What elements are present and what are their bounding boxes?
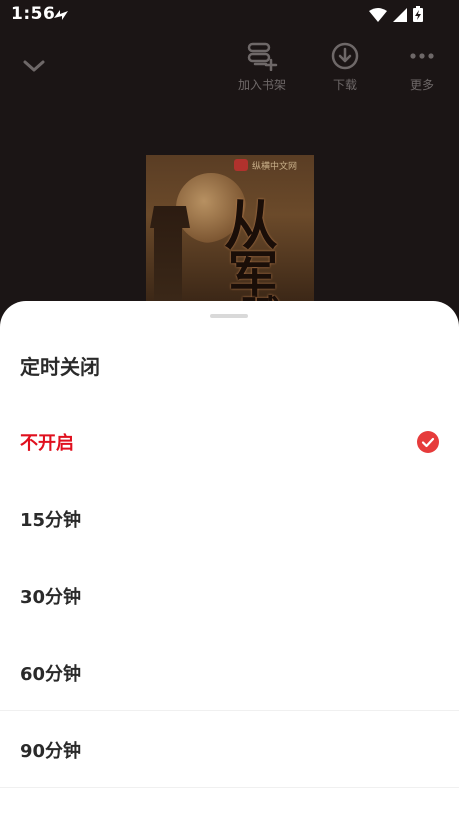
signal-icon (393, 7, 407, 27)
cover-brand-logo-icon (234, 159, 248, 171)
divider (0, 787, 459, 788)
cover-tower (150, 206, 190, 305)
timer-option-label: 不开启 (20, 432, 74, 454)
sheet-title: 定时关闭 (20, 355, 100, 379)
timer-option-label: 90分钟 (20, 740, 82, 762)
sheet-drag-handle[interactable] (210, 314, 248, 318)
download-label: 下载 (332, 78, 357, 92)
notification-bolt-icon (52, 7, 70, 27)
add-to-shelf-button[interactable]: 加入书架 (234, 40, 290, 93)
more-button[interactable]: 更多 (402, 40, 442, 93)
timer-option-30[interactable]: 30分钟 (0, 557, 459, 634)
more-label: 更多 (409, 78, 434, 92)
add-to-shelf-label: 加入书架 (237, 78, 286, 92)
more-dots-icon (410, 53, 434, 59)
timer-option-label: 60分钟 (20, 663, 82, 685)
download-icon (331, 42, 359, 70)
check-circle-icon (417, 430, 439, 453)
player-top-bar: 加入书架 下载 更多 (0, 30, 459, 100)
timer-option-60[interactable]: 60分钟 (0, 634, 459, 711)
cover-brand-text: 纵横中文网 (252, 162, 298, 172)
download-button[interactable]: 下载 (325, 40, 365, 93)
add-to-shelf-icon (247, 42, 278, 71)
wifi-icon (369, 7, 387, 27)
book-cover[interactable]: 纵横中文网 从 军 赋 (146, 155, 314, 305)
timer-option-90[interactable]: 90分钟 (0, 711, 459, 788)
status-bar: 1:56 (0, 0, 459, 30)
timer-option-label: 30分钟 (20, 586, 82, 608)
collapse-button[interactable] (20, 52, 48, 80)
status-time: 1:56 (11, 4, 56, 24)
timer-bottom-sheet: 定时关闭 不开启 15分钟 30分钟 60分钟 90分钟 (0, 301, 459, 816)
chevron-down-icon (23, 60, 45, 72)
battery-charging-icon (413, 6, 423, 27)
timer-option-15[interactable]: 15分钟 (0, 480, 459, 557)
timer-option-off[interactable]: 不开启 (0, 403, 459, 480)
timer-option-label: 15分钟 (20, 509, 82, 531)
